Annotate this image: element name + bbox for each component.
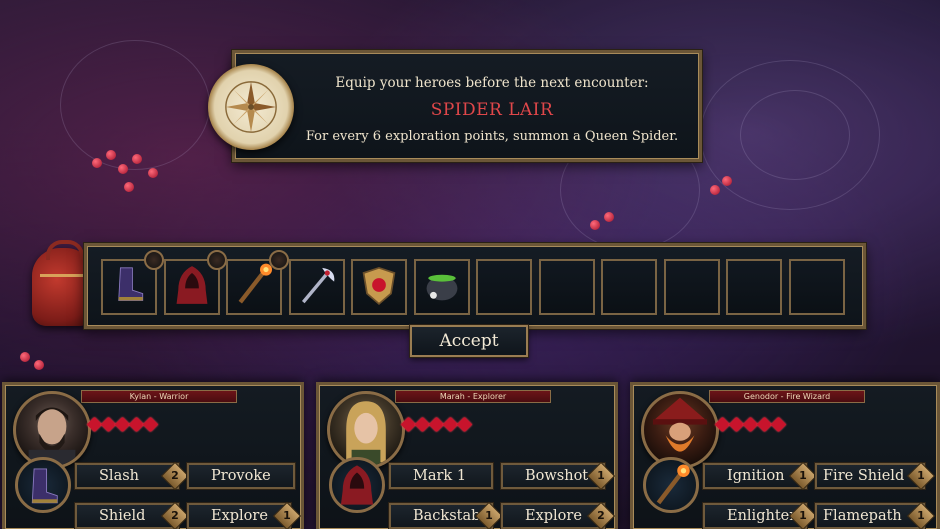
skill-cost-badge: 2 bbox=[160, 501, 190, 529]
inventory-slot-empty[interactable] bbox=[663, 259, 720, 315]
battle-axe-icon bbox=[293, 261, 341, 313]
fire-wizard-portrait-icon[interactable] bbox=[641, 391, 719, 469]
warrior-portrait-icon[interactable] bbox=[13, 391, 91, 469]
skill-label: Explore bbox=[525, 508, 582, 524]
skill-mark-button[interactable]: Mark 1 bbox=[389, 463, 493, 489]
skill-label: Backstab bbox=[413, 508, 481, 524]
heart-icon bbox=[142, 416, 159, 433]
hero-name: Genodor - Fire Wizard bbox=[709, 390, 865, 403]
inventory-slot-empty[interactable] bbox=[476, 259, 532, 315]
fire-staff-icon bbox=[230, 261, 278, 313]
skill-provoke-button[interactable]: Provoke bbox=[187, 463, 295, 489]
skill-label: Explore bbox=[211, 508, 268, 524]
inventory-slot-empty[interactable] bbox=[538, 259, 595, 315]
red-hood-icon bbox=[168, 261, 216, 313]
inventory-slot[interactable] bbox=[163, 250, 227, 315]
inventory-slot[interactable] bbox=[101, 250, 164, 315]
skill-slash-button[interactable]: Slash 2 bbox=[75, 461, 190, 491]
skill-enlighten-button[interactable]: Enlighten 1 bbox=[703, 501, 818, 529]
equipped-red-hood-icon[interactable] bbox=[329, 457, 385, 513]
inventory-slot[interactable] bbox=[226, 250, 289, 315]
skill-label: Ignition bbox=[727, 468, 785, 484]
skill-cost-badge: 1 bbox=[788, 501, 818, 529]
skill-label: Enlighten bbox=[727, 508, 799, 524]
skill-cost-badge: 2 bbox=[586, 501, 616, 529]
skill-label: Shield bbox=[99, 508, 146, 524]
encounter-title: SPIDER LAIR bbox=[430, 100, 554, 120]
inventory-slot[interactable] bbox=[288, 259, 345, 315]
accept-button[interactable]: Accept bbox=[410, 325, 528, 357]
encounter-rule: For every 6 exploration points, summon a… bbox=[305, 129, 679, 144]
inventory-slot[interactable] bbox=[351, 259, 407, 315]
boots-icon bbox=[105, 261, 153, 313]
skill-bowshot-button[interactable]: Bowshot 1 bbox=[501, 461, 616, 491]
skill-label: Bowshot bbox=[525, 468, 589, 484]
hero-name: Marah - Explorer bbox=[395, 390, 551, 403]
skill-backstab-button[interactable]: Backstab 1 bbox=[389, 501, 504, 529]
skill-shield-button[interactable]: Shield 2 bbox=[75, 501, 190, 529]
skill-label: Fire Shield bbox=[823, 468, 905, 484]
skill-fire-shield-button[interactable]: Fire Shield 1 bbox=[815, 461, 936, 491]
hero-name: Kylan - Warrior bbox=[81, 390, 237, 403]
skill-label: Flamepath bbox=[823, 508, 902, 524]
inventory-slot-empty[interactable] bbox=[788, 259, 845, 315]
banner-instruction: Equip your heroes before the next encoun… bbox=[335, 75, 649, 91]
skill-cost-badge: 1 bbox=[272, 501, 302, 529]
skill-cost-badge: 1 bbox=[906, 461, 936, 491]
skill-cost-badge: 2 bbox=[160, 461, 190, 491]
ruby-shield-icon bbox=[355, 261, 403, 313]
skill-explore-button[interactable]: Explore 2 bbox=[501, 501, 616, 529]
hero-panel-marah: Marah - Explorer Mark 1 Bowshot 1 Backst… bbox=[316, 382, 618, 529]
owner-portrait-icon bbox=[206, 250, 227, 270]
inventory-bar bbox=[84, 243, 866, 329]
owner-portrait-icon bbox=[269, 250, 289, 270]
skill-cost-badge: 1 bbox=[474, 501, 504, 529]
skill-ignition-button[interactable]: Ignition 1 bbox=[703, 461, 818, 491]
heart-icon bbox=[770, 416, 787, 433]
heart-icon bbox=[456, 416, 473, 433]
skill-cost-badge: 1 bbox=[788, 461, 818, 491]
inventory-slot-empty[interactable] bbox=[601, 259, 657, 315]
encounter-banner: Equip your heroes before the next encoun… bbox=[232, 50, 702, 162]
explorer-portrait-icon[interactable] bbox=[327, 391, 405, 469]
hero-panel-genodor: Genodor - Fire Wizard Ignition 1 Fire Sh… bbox=[630, 382, 940, 529]
skill-cost-badge: 1 bbox=[906, 501, 936, 529]
skill-label: Mark 1 bbox=[413, 468, 467, 484]
skill-flamepath-button[interactable]: Flamepath 1 bbox=[815, 501, 936, 529]
owner-portrait-icon bbox=[144, 250, 164, 270]
health-hearts bbox=[400, 416, 473, 433]
skill-cost-badge: 1 bbox=[586, 461, 616, 491]
skill-label: Provoke bbox=[211, 468, 271, 484]
health-hearts bbox=[714, 416, 787, 433]
compass-icon bbox=[208, 64, 294, 150]
cauldron-icon bbox=[418, 261, 466, 313]
skill-label: Slash bbox=[99, 468, 139, 484]
health-hearts bbox=[86, 416, 159, 433]
inventory-slot[interactable] bbox=[413, 259, 470, 315]
equipped-boots-icon[interactable] bbox=[15, 457, 71, 513]
hero-panel-kylan: Kylan - Warrior Slash 2 Provoke Shield 2… bbox=[2, 382, 304, 529]
inventory-slot-empty[interactable] bbox=[726, 259, 782, 315]
skill-explore-button[interactable]: Explore 1 bbox=[187, 501, 302, 529]
equipped-fire-staff-icon[interactable] bbox=[643, 457, 699, 513]
